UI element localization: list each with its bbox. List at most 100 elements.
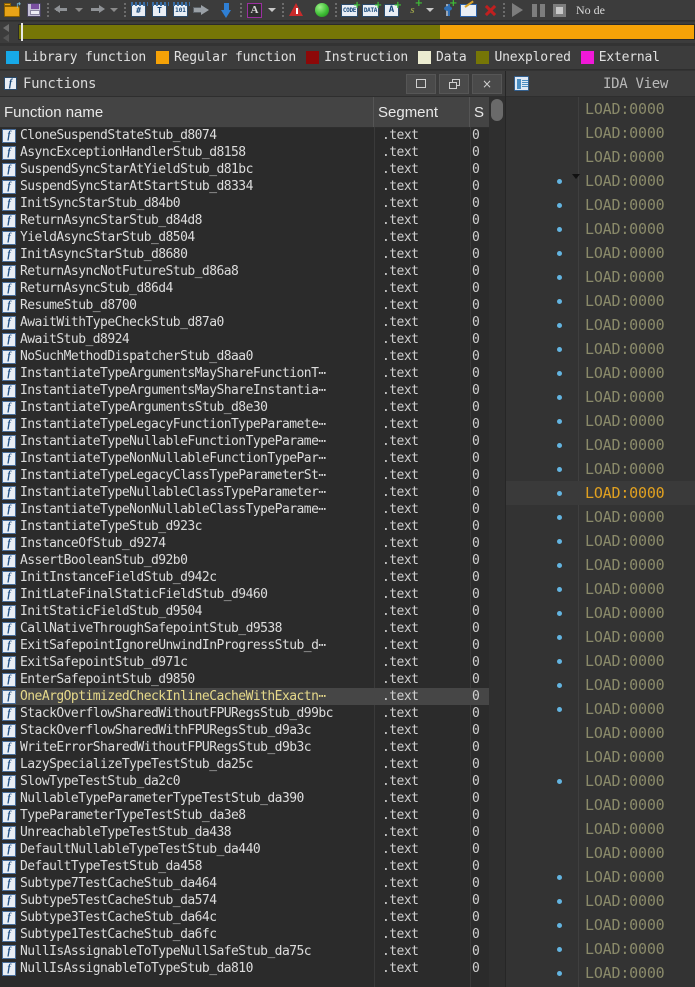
- table-row[interactable]: f NullableTypeParameterTypeTestStub_da390…: [0, 790, 505, 807]
- table-row[interactable]: f AwaitStub_d8924 .text 0: [0, 331, 505, 348]
- disassembly-line[interactable]: LOAD:0000: [506, 361, 695, 385]
- table-row[interactable]: f SuspendSyncStarAtYieldStub_d81bc .text 0: [0, 161, 505, 178]
- disassembly-line[interactable]: LOAD:0000: [506, 841, 695, 865]
- navigate-forward-icon[interactable]: [86, 1, 107, 20]
- disassembly-line[interactable]: LOAD:0000: [506, 313, 695, 337]
- disassembly-line[interactable]: LOAD:0000: [506, 193, 695, 217]
- table-row[interactable]: f EnterSafepointStub_d9850 .text 0: [0, 671, 505, 688]
- open-file-icon[interactable]: ↱: [2, 1, 23, 20]
- delete-icon[interactable]: [479, 1, 500, 20]
- table-row[interactable]: f TypeParameterTypeTestStub_da3e8 .text 0: [0, 807, 505, 824]
- disassembly-line[interactable]: LOAD:0000: [506, 457, 695, 481]
- table-row[interactable]: f Subtype5TestCacheStub_da574 .text 0: [0, 892, 505, 909]
- disassembly-line[interactable]: LOAD:0000: [506, 577, 695, 601]
- breakpoint-marker-icon[interactable]: [557, 203, 562, 208]
- breakpoint-marker-icon[interactable]: [557, 539, 562, 544]
- pause-icon[interactable]: [528, 1, 549, 20]
- breakpoint-marker-icon[interactable]: [557, 251, 562, 256]
- table-row[interactable]: f Subtype7TestCacheStub_da464 .text 0: [0, 875, 505, 892]
- table-row[interactable]: f CallNativeThroughSafepointStub_d9538 .te…: [0, 620, 505, 637]
- add-breakpoint-icon[interactable]: +: [437, 0, 458, 20]
- functions-list[interactable]: f CloneSuspendStateStub_d8074 .text 0 f Async…: [0, 127, 505, 987]
- functions-scrollbar[interactable]: [489, 97, 505, 987]
- table-row[interactable]: f DefaultTypeTestStub_da458 .text 0: [0, 858, 505, 875]
- breakpoint-marker-icon[interactable]: [557, 587, 562, 592]
- table-row[interactable]: f InstantiateTypeStub_d923c .text 0: [0, 518, 505, 535]
- table-row[interactable]: f NullIsAssignableToTypeNullSafeStub_da75…: [0, 943, 505, 960]
- functions-scrollbar-thumb[interactable]: [491, 99, 503, 121]
- make-text-icon[interactable]: T: [149, 1, 170, 20]
- navigator-strip[interactable]: [18, 23, 695, 41]
- disassembly-line[interactable]: LOAD:0000: [506, 889, 695, 913]
- table-row[interactable]: f ResumeStub_d8700 .text 0: [0, 297, 505, 314]
- table-row[interactable]: f InitSyncStarStub_d84b0 .text 0: [0, 195, 505, 212]
- table-row[interactable]: f CloneSuspendStateStub_d8074 .text 0: [0, 127, 505, 144]
- breakpoint-marker-icon[interactable]: [557, 611, 562, 616]
- disassembly-line[interactable]: LOAD:0000: [506, 169, 695, 193]
- disassembly-line[interactable]: LOAD:0000: [506, 121, 695, 145]
- disassembly-line[interactable]: LOAD:0000: [506, 265, 695, 289]
- disassembly-line[interactable]: LOAD:0000: [506, 625, 695, 649]
- breakpoint-marker-icon[interactable]: [557, 347, 562, 352]
- problems-icon[interactable]: [286, 1, 307, 20]
- disassembly-line[interactable]: LOAD:0000: [506, 793, 695, 817]
- table-row[interactable]: f DefaultNullableTypeTestStub_da440 .text 0: [0, 841, 505, 858]
- column-header-segment[interactable]: Segment: [374, 97, 470, 127]
- disassembly-line[interactable]: LOAD:0000: [506, 289, 695, 313]
- disassembly-line[interactable]: LOAD:0000: [506, 385, 695, 409]
- navigator-cursor[interactable]: [21, 23, 24, 41]
- breakpoint-marker-icon[interactable]: [557, 635, 562, 640]
- table-row[interactable]: f OneArgOptimizedCheckInlineCacheWithExac…: [0, 688, 505, 705]
- navigator-scroll-arrows[interactable]: [0, 22, 14, 43]
- table-row[interactable]: f SlowTypeTestStub_da2c0 .text 0: [0, 773, 505, 790]
- disassembly-line[interactable]: LOAD:0000: [506, 913, 695, 937]
- table-row[interactable]: f InitInstanceFieldStub_d942c .text 0: [0, 569, 505, 586]
- breakpoint-marker-icon[interactable]: [557, 275, 562, 280]
- table-row[interactable]: f AsyncExceptionHandlerStub_d8158 .text 0: [0, 144, 505, 161]
- navigator-band[interactable]: [0, 22, 695, 43]
- table-row[interactable]: f ReturnAsyncStarStub_d84d8 .text 0: [0, 212, 505, 229]
- restore-button[interactable]: [439, 73, 469, 94]
- disassembly-line[interactable]: LOAD:0000: [506, 481, 695, 505]
- table-row[interactable]: f InstantiateTypeNonNullableFunctionTypeP…: [0, 450, 505, 467]
- table-row[interactable]: f LazySpecializeTypeTestStub_da25c .text 0: [0, 756, 505, 773]
- breakpoint-marker-icon[interactable]: [557, 491, 562, 496]
- breakpoint-marker-icon[interactable]: [557, 419, 562, 424]
- disassembly-line[interactable]: LOAD:0000: [506, 673, 695, 697]
- disassembly-line[interactable]: LOAD:0000: [506, 433, 695, 457]
- disassembly-line[interactable]: LOAD:0000: [506, 601, 695, 625]
- jump-icon[interactable]: [191, 1, 212, 20]
- table-row[interactable]: f NullIsAssignableToTypeStub_da810 .text 0: [0, 960, 505, 977]
- disassembly-line[interactable]: LOAD:0000: [506, 961, 695, 985]
- table-row[interactable]: f InitStaticFieldStub_d9504 .text 0: [0, 603, 505, 620]
- table-row[interactable]: f ExitSafepointIgnoreUnwindInProgressStub…: [0, 637, 505, 654]
- close-button[interactable]: ×: [472, 73, 502, 94]
- table-row[interactable]: f Subtype3TestCacheStub_da64c .text 0: [0, 909, 505, 926]
- navigate-back-dropdown-icon[interactable]: [75, 8, 83, 12]
- maximize-button[interactable]: [406, 73, 436, 94]
- table-row[interactable]: f InstantiateTypeArgumentsMayShareInstant…: [0, 382, 505, 399]
- breakpoint-marker-icon[interactable]: [557, 179, 562, 184]
- table-row[interactable]: f ExitSafepointStub_d971c .text 0: [0, 654, 505, 671]
- breakpoint-marker-icon[interactable]: [557, 515, 562, 520]
- breakpoint-marker-icon[interactable]: [557, 467, 562, 472]
- nav-arrow-up-icon[interactable]: [3, 24, 9, 32]
- add-string-dropdown-icon[interactable]: [426, 8, 434, 12]
- font-icon[interactable]: A: [244, 1, 265, 20]
- disassembly-line[interactable]: LOAD:0000: [506, 217, 695, 241]
- breakpoint-marker-icon[interactable]: [557, 947, 562, 952]
- table-row[interactable]: f InstantiateTypeNullableClassTypeParamet…: [0, 484, 505, 501]
- disassembly-line[interactable]: LOAD:0000: [506, 241, 695, 265]
- jump-down-icon[interactable]: [216, 1, 237, 20]
- table-row[interactable]: f NoSuchMethodDispatcherStub_d8aa0 .text 0: [0, 348, 505, 365]
- add-code-segment-icon[interactable]: CODE +: [339, 0, 361, 20]
- disassembly-line[interactable]: LOAD:0000: [506, 721, 695, 745]
- breakpoint-marker-icon[interactable]: [557, 227, 562, 232]
- table-row[interactable]: f InstanceOfStub_d9274 .text 0: [0, 535, 505, 552]
- disassembly-line[interactable]: LOAD:0000: [506, 865, 695, 889]
- make-code-icon[interactable]: #: [128, 1, 149, 20]
- disassembly-line[interactable]: LOAD:0000: [506, 97, 695, 121]
- breakpoint-marker-icon[interactable]: [557, 563, 562, 568]
- table-row[interactable]: f SuspendSyncStarAtStartStub_d8334 .text 0: [0, 178, 505, 195]
- table-row[interactable]: f ReturnAsyncStub_d86d4 .text 0: [0, 280, 505, 297]
